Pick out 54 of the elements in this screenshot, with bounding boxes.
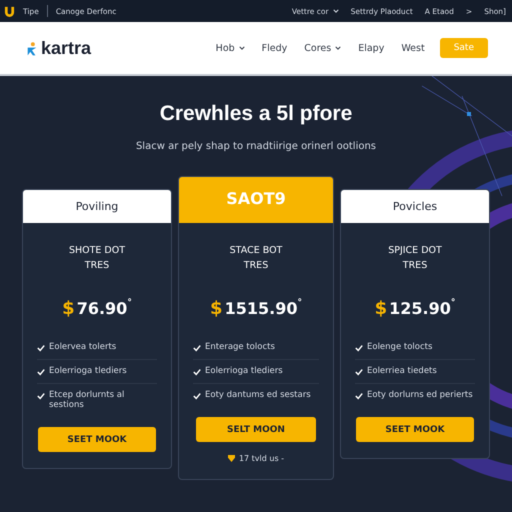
plan-header: SAOT9 <box>179 177 333 223</box>
price-mark: ° <box>127 298 132 308</box>
plan-name: TRES <box>244 260 268 271</box>
nav-link[interactable]: Cores <box>304 42 342 54</box>
plan-button[interactable]: SEET MOOK <box>38 427 156 452</box>
check-icon <box>193 368 201 376</box>
nav-link[interactable]: Fledy <box>262 42 288 54</box>
chevron-down-icon <box>335 46 342 50</box>
hero-title: Crewhles a 5l pfore <box>158 102 354 126</box>
currency-sign: $ <box>62 298 75 319</box>
feature-text: Eoty dorlurns ed perierts <box>367 390 473 400</box>
feature-text: Eolerveа tolerts <box>49 342 116 352</box>
feature-text: Eolerrioga tlediers <box>205 366 283 376</box>
shield-icon <box>228 455 235 462</box>
price-mark: ° <box>297 298 302 308</box>
feature-text: Eolerriea tiedets <box>367 366 437 376</box>
plan-header: Povicles <box>341 190 489 223</box>
price-mark: ° <box>450 298 456 308</box>
plan-name: SPJICE DOT <box>388 245 442 256</box>
plan-name: SHOTE DOT <box>68 245 126 256</box>
currency-sign: $ <box>210 298 223 319</box>
feature-text: Eolerrioga tlediers <box>49 366 127 376</box>
nav-link[interactable]: Elapy <box>358 42 384 54</box>
check-icon <box>355 392 363 400</box>
price-amount: 1515.90 <box>224 298 298 320</box>
price-amount: 76.90 <box>76 298 128 320</box>
hero-subtitle: Slacw ar pely shap to rnadtiirige orinerl ootlions <box>134 141 378 152</box>
logo-icon <box>26 40 38 56</box>
chevron-down-icon <box>238 46 245 50</box>
plan-note: 17 tvld us - <box>238 454 284 463</box>
plan-name: TRES <box>84 260 110 271</box>
check-icon <box>37 368 45 376</box>
check-icon <box>193 344 201 352</box>
feature-text: Eolenge tolocts <box>367 342 432 352</box>
feature-text: Etcep dorlurnts al sestions <box>49 390 126 410</box>
plan-button[interactable]: SELT MOON <box>196 417 316 442</box>
check-icon <box>37 392 45 400</box>
feature-text: Eoty dantums ed sestars <box>205 390 311 400</box>
price-amount: 125.90 <box>389 298 451 320</box>
check-icon <box>355 344 363 352</box>
check-icon <box>37 344 45 352</box>
logo-text: kartra <box>41 38 92 58</box>
currency-sign: $ <box>374 298 388 319</box>
nav-link[interactable]: West <box>401 42 425 54</box>
check-icon <box>355 368 363 376</box>
plan-header: Poviling <box>23 190 171 223</box>
logo-icon <box>4 6 15 16</box>
nav-link[interactable]: Hob <box>216 42 245 54</box>
plan-button[interactable]: SEET MOOK <box>356 417 474 442</box>
chevron-down-icon <box>332 9 339 13</box>
plan-name: TRES <box>402 260 428 271</box>
feature-text: Enterage tolocts <box>205 342 275 352</box>
check-icon <box>193 392 201 400</box>
plan-name: STACE BOT <box>230 245 282 256</box>
